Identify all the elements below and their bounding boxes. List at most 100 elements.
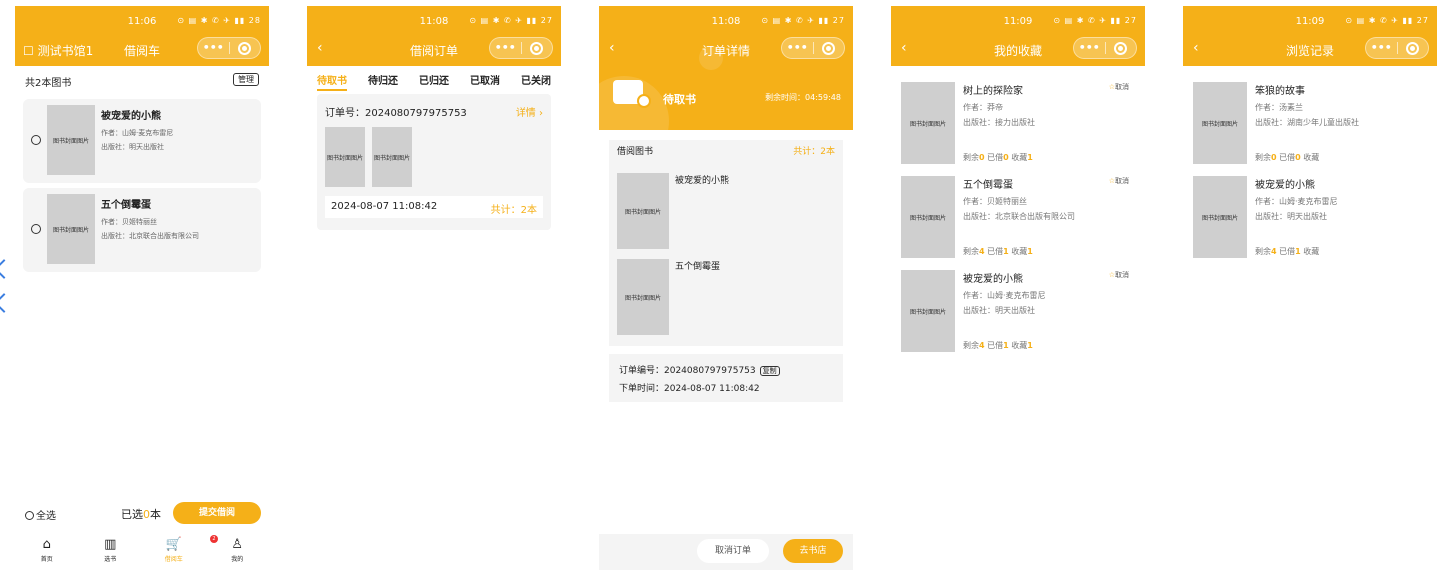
book-cover: 图书封面图片 (901, 270, 955, 352)
order-time: 下单时间：2024-08-07 11:08:42 (619, 384, 760, 394)
unfavorite-button[interactable]: ☆取消 (1109, 176, 1129, 186)
more-icon[interactable]: ••• (490, 38, 521, 58)
tab-cancelled[interactable]: 已取消 (470, 72, 500, 91)
book-publisher: 出版社：明天出版社 (101, 143, 164, 151)
book-title: 被宠爱的小熊 (101, 111, 161, 122)
screen-browse-history: 11:09 ⊙ ▤ ✱ ✆ ✈ ▮▮ 27 ‹ 浏览记录 ••• 图书封面图片 … (1183, 6, 1437, 576)
book-cover: 图书封面图片 (325, 127, 365, 187)
mini-program-capsule: ••• (1365, 37, 1429, 59)
tab-mine[interactable]: ♙ 我的 (206, 536, 270, 572)
order-total: 共计：2本 (490, 205, 537, 216)
favorite-item[interactable]: 图书封面图片 树上的探险家 作者：莽帝 出版社：接力出版社 剩余0 已借0 收藏… (901, 82, 1135, 168)
order-date: 2024-08-07 11:08:42 (331, 201, 438, 212)
action-bar: 取消订单 去书店 (599, 534, 853, 570)
more-icon[interactable]: ••• (782, 38, 813, 58)
book-cover: 图书封面图片 (47, 105, 95, 175)
tab-pending-return[interactable]: 待归还 (368, 72, 398, 91)
cancel-order-button[interactable]: 取消订单 (697, 539, 769, 563)
select-all-toggle[interactable]: 全选 (25, 507, 56, 522)
order-status: 待取书 (663, 93, 696, 106)
book-count: 共2本图书 (25, 78, 72, 89)
books-header: 借阅图书 (617, 147, 654, 157)
tab-borrow-cart[interactable]: 🛒 2 借阅车 (142, 535, 218, 572)
favorite-item[interactable]: 图书封面图片 五个倒霉蛋 作者：贝姬特丽丝 出版社：北京联合出版有限公司 剩余4… (901, 176, 1135, 262)
tab-returned[interactable]: 已归还 (419, 72, 449, 91)
tab-home[interactable]: ⌂ 首页 (15, 536, 79, 572)
status-icons: ⊙ ▤ ✱ ✆ ✈ ▮▮ 27 (1345, 16, 1429, 25)
header: 11:09 ⊙ ▤ ✱ ✆ ✈ ▮▮ 27 ‹ 浏览记录 ••• (1183, 6, 1437, 66)
book-stats: 剩余0 已借0 收藏 (1255, 153, 1320, 162)
status-icons: ⊙ ▤ ✱ ✆ ✈ ▮▮ 27 (1053, 16, 1137, 25)
status-icons: ⊙ ▤ ✱ ✆ ✈ ▮▮ 27 (469, 16, 553, 25)
submit-borrow-button[interactable]: 提交借阅 (173, 502, 261, 524)
unfavorite-button[interactable]: ☆取消 (1109, 270, 1129, 280)
book-cover: 图书封面图片 (617, 259, 669, 335)
manage-button[interactable]: 管理 (233, 73, 259, 86)
book-author: 作者：山姆·麦克布雷尼 (101, 129, 174, 137)
order-number: 订单编号：2024080797975753 (619, 366, 756, 376)
order-status-tabs: 待取书 待归还 已归还 已取消 已关闭 (307, 72, 561, 91)
book-title: 五个倒霉蛋 (963, 180, 1013, 191)
prev-arrow-icon[interactable] (0, 293, 14, 313)
header: 11:06 ⊙ ▤ ✱ ✆ ✈ ▮▮ 28 ☐ 测试书馆1 借阅车 ••• (15, 6, 269, 66)
screen-order-detail: 11:08 ⊙ ▤ ✱ ✆ ✈ ▮▮ 27 ‹ 订单详情 ••• 待取书 剩余时… (599, 6, 853, 576)
book-cover: 图书封面图片 (372, 127, 412, 187)
select-radio[interactable] (31, 135, 41, 145)
book-title: 树上的探险家 (963, 86, 1023, 97)
book-title: 被宠爱的小熊 (963, 274, 1023, 285)
selected-count: 已选0本 (121, 508, 161, 521)
more-icon[interactable]: ••• (1366, 38, 1397, 58)
close-miniapp-icon[interactable] (813, 41, 844, 55)
book-cover: 图书封面图片 (1193, 176, 1247, 258)
favorite-item[interactable]: 图书封面图片 被宠爱的小熊 作者：山姆·麦克布雷尼 出版社：明天出版社 剩余4 … (901, 270, 1135, 356)
more-icon[interactable]: ••• (198, 38, 229, 58)
clock-icon (637, 94, 651, 108)
close-miniapp-icon[interactable] (229, 41, 260, 55)
header: 11:08 ⊙ ▤ ✱ ✆ ✈ ▮▮ 27 ‹ 订单详情 ••• 待取书 剩余时… (599, 6, 853, 130)
order-detail-link[interactable]: 详情 › (516, 104, 543, 119)
order-card[interactable]: 订单号：2024080797975753 详情 › 图书封面图片 图书封面图片 … (317, 94, 551, 230)
unfavorite-button[interactable]: ☆取消 (1109, 82, 1129, 92)
book-cover: 图书封面图片 (47, 194, 95, 264)
book-cover: 图书封面图片 (901, 176, 955, 258)
book-stats: 剩余4 已借1 收藏1 (963, 247, 1033, 256)
more-icon[interactable]: ••• (1074, 38, 1105, 58)
book-cover: 图书封面图片 (617, 173, 669, 249)
cart-icon: 🛒 (165, 537, 182, 552)
screen-borrow-cart: 11:06 ⊙ ▤ ✱ ✆ ✈ ▮▮ 28 ☐ 测试书馆1 借阅车 ••• 共2… (15, 6, 269, 576)
tab-closed[interactable]: 已关闭 (521, 72, 551, 91)
remaining-time: 剩余时间：04:59:48 (765, 93, 841, 102)
home-icon: ⌂ (42, 537, 51, 552)
screen-borrow-orders: 11:08 ⊙ ▤ ✱ ✆ ✈ ▮▮ 27 ‹ 借阅订单 ••• 待取书 待归还… (307, 6, 561, 576)
book-cover: 图书封面图片 (901, 82, 955, 164)
status-icons: ⊙ ▤ ✱ ✆ ✈ ▮▮ 27 (761, 16, 845, 25)
header: 11:08 ⊙ ▤ ✱ ✆ ✈ ▮▮ 27 ‹ 借阅订单 ••• (307, 6, 561, 66)
book-publisher: 出版社：明天出版社 (1255, 212, 1327, 221)
tab-choose-books[interactable]: ▥ 选书 (79, 536, 143, 572)
close-miniapp-icon[interactable] (1397, 41, 1428, 55)
mini-program-capsule: ••• (1073, 37, 1137, 59)
close-miniapp-icon[interactable] (1105, 41, 1136, 55)
copy-button[interactable]: 复制 (759, 366, 780, 376)
header: 11:09 ⊙ ▤ ✱ ✆ ✈ ▮▮ 27 ‹ 我的收藏 ••• (891, 6, 1145, 66)
nav-bar: ☐ 测试书馆1 借阅车 ••• (15, 34, 269, 66)
book-title: 五个倒霉蛋 (675, 262, 721, 272)
book-author: 作者：贝姬特丽丝 (963, 197, 1027, 206)
book-publisher: 出版社：湖南少年儿童出版社 (1255, 118, 1359, 127)
cart-item[interactable]: 图书封面图片 被宠爱的小熊 作者：山姆·麦克布雷尼 出版社：明天出版社 (23, 99, 261, 183)
nav-bar: ‹ 浏览记录 ••• (1183, 34, 1437, 66)
close-miniapp-icon[interactable] (521, 41, 552, 55)
history-item[interactable]: 图书封面图片 笨狼的故事 作者：汤素兰 出版社：湖南少年儿童出版社 剩余0 已借… (1193, 82, 1427, 168)
book-author: 作者：山姆·麦克布雷尼 (963, 291, 1046, 300)
tab-bar: ⌂ 首页 ▥ 选书 🛒 2 借阅车 ♙ 我的 (15, 535, 270, 572)
books-icon: ▥ (104, 537, 117, 552)
book-count-row: 共2本图书 管理 (25, 73, 259, 89)
history-item[interactable]: 图书封面图片 被宠爱的小熊 作者：山姆·麦克布雷尼 出版社：明天出版社 剩余4 … (1193, 176, 1427, 262)
cart-item[interactable]: 图书封面图片 五个倒霉蛋 作者：贝姬特丽丝 出版社：北京联合出版有限公司 (23, 188, 261, 272)
tab-pending-pickup[interactable]: 待取书 (317, 72, 347, 91)
select-radio[interactable] (31, 224, 41, 234)
prev-arrow-icon[interactable] (0, 259, 14, 279)
status-bar: 11:08 ⊙ ▤ ✱ ✆ ✈ ▮▮ 27 (307, 6, 561, 34)
user-icon: ♙ (231, 537, 244, 552)
go-store-button[interactable]: 去书店 (783, 539, 843, 563)
